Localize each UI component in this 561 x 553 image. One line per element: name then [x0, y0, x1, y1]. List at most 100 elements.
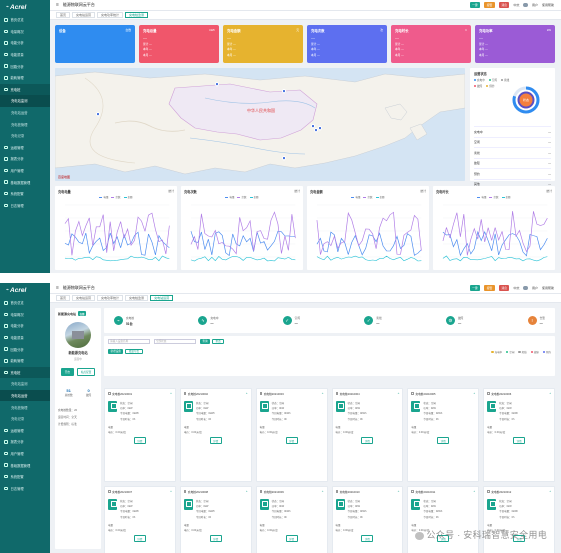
pile-card[interactable]: 充电桩20210007 + 状态：空闲 功率：0kW 今日电量：0kWh 今日时长：0h 电… [104, 486, 176, 553]
tab-item[interactable]: 首页 [56, 12, 71, 18]
sidebar-item[interactable]: 日志管理 [0, 200, 50, 212]
tab-item[interactable]: 充电桩监测 [125, 295, 149, 301]
pile-checkbox[interactable] [487, 490, 490, 493]
search-input[interactable]: 请输入设备名称 [108, 339, 150, 344]
expand-icon[interactable]: + [549, 489, 551, 493]
export-button[interactable]: 批量导出 [125, 349, 143, 354]
station-config-button[interactable]: 站点配置 [76, 367, 96, 376]
sidebar-item[interactable]: 回路分析 [0, 343, 50, 355]
sidebar-item[interactable]: 充电桩 [0, 83, 50, 96]
kpi-card[interactable]: 充电次数 次 — 累计 — 本年 — 本月 — [307, 25, 387, 63]
tab-item[interactable]: 充电站运营 [150, 295, 174, 301]
sidebar-item[interactable]: 充电桩管理 [0, 118, 50, 130]
quick-button[interactable]: 一键 [469, 2, 481, 8]
pile-card[interactable]: 充电桩20210006 + 状态：空闲 功率：0kW 今日电量：0kWh 今日时长：0h 电… [483, 388, 555, 482]
sidebar-item[interactable]: 日志管理 [0, 483, 50, 495]
tab-item[interactable]: 首页 [56, 295, 71, 301]
menu-toggle-icon[interactable]: ≡ [56, 2, 59, 8]
sidebar-item[interactable]: 充电站监测 [0, 95, 50, 107]
sidebar-item[interactable]: 充电站监测 [0, 378, 50, 390]
sidebar-item[interactable]: 系统配置 [0, 471, 50, 483]
quick-button[interactable]: 一键 [469, 285, 481, 291]
expand-icon[interactable]: + [170, 391, 172, 395]
expand-icon[interactable]: + [322, 489, 324, 493]
sidebar-item[interactable]: 电能分析 [0, 320, 50, 332]
pile-detail-button[interactable]: 详情 [285, 437, 298, 445]
sidebar-item[interactable]: 电量概况 [0, 26, 50, 38]
status-summary-item[interactable]: ⚙ 故障 — [445, 316, 463, 325]
user-menu[interactable]: 用户 [532, 3, 538, 7]
menu-toggle-icon[interactable]: ≡ [56, 285, 59, 291]
pile-detail-button[interactable]: 详情 [209, 437, 222, 445]
pile-checkbox[interactable] [335, 392, 339, 395]
sidebar-item[interactable]: 充电站运营 [0, 107, 50, 119]
pile-checkbox[interactable] [108, 392, 111, 395]
expand-icon[interactable]: + [322, 391, 324, 395]
sidebar-item[interactable]: 运维管理 [0, 425, 50, 437]
status-summary-item[interactable]: ✓ 离线 — [364, 316, 382, 325]
pile-detail-button[interactable]: 详情 [133, 437, 146, 445]
station-map[interactable]: 中华人民共和国 百度地图 [55, 68, 465, 181]
station-open-button[interactable]: 开启 [60, 367, 74, 376]
sidebar-item[interactable]: 能耗管理 [0, 355, 50, 367]
expand-icon[interactable]: + [549, 391, 551, 395]
pile-checkbox[interactable] [108, 490, 111, 493]
sidebar-item[interactable]: 基础数据管理 [0, 459, 50, 471]
sidebar-item[interactable]: 报表分析 [0, 436, 50, 448]
kpi-card[interactable]: 设备 台数 [55, 25, 135, 63]
kpi-card[interactable]: 充电时长 h — 累计 — 本年 — 本月 — [391, 25, 471, 63]
pile-checkbox[interactable] [487, 392, 490, 395]
help-link[interactable]: 使用帮助 [542, 286, 554, 290]
status-select[interactable]: 全部状态 [153, 339, 196, 344]
sidebar-item[interactable]: 电能质量 [0, 49, 50, 61]
sidebar-item[interactable]: 用户管理 [0, 448, 50, 460]
sidebar-item[interactable]: 能耗管理 [0, 72, 50, 84]
expand-icon[interactable]: + [246, 489, 248, 493]
tab-item[interactable]: 充电站运营 [72, 295, 96, 301]
language-switch[interactable]: 中文 [513, 3, 519, 7]
sidebar-item[interactable]: 充电站运营 [0, 389, 50, 402]
tab-item[interactable]: 充电站运营 [72, 12, 96, 18]
pile-card[interactable]: 充电桩20210012 + 状态：空闲 功率：0kW 今日电量：0kWh 今日时长：0h 电… [483, 486, 555, 553]
pile-card[interactable]: 充电桩20210011 + 状态：空闲 功率：0kW 今日电量：0kWh 今日时长：0h 电… [407, 486, 480, 553]
pile-card[interactable]: 充电桩20210005 + 状态：空闲 功率：0kW 今日电量：0kWh 今日时长：0h 电… [407, 388, 480, 482]
language-switch[interactable]: 中文 [513, 286, 519, 290]
pile-card[interactable]: 充电桩20210002 + 状态：空闲 功率：0kW 今日电量：0kWh 今日时长：0h 电… [179, 388, 252, 482]
sidebar-item[interactable]: 用户管理 [0, 165, 50, 177]
message-button[interactable]: 消息 [498, 285, 510, 291]
pile-checkbox[interactable] [411, 490, 414, 493]
pile-card[interactable]: 充电桩20210008 + 状态：空闲 功率：0kW 今日电量：0kWh 今日时长：0h 电… [179, 486, 252, 553]
pile-checkbox[interactable] [183, 490, 187, 493]
pile-card[interactable]: 充电桩20210003 + 状态：空闲 功率：0kW 今日电量：0kWh 今日时长：0h 电… [255, 388, 328, 482]
add-device-button[interactable]: 新增设备 [108, 349, 124, 354]
pile-detail-button[interactable]: 详情 [513, 437, 526, 445]
pile-checkbox[interactable] [259, 490, 263, 493]
tab-item[interactable]: 充电功率统计 [97, 12, 124, 18]
sidebar-item[interactable]: 首页总览 [0, 14, 50, 26]
sidebar-item[interactable]: 充电桩管理 [0, 401, 50, 413]
alarm-button[interactable]: 报警 [484, 285, 495, 291]
sidebar-item[interactable]: 运维管理 [0, 142, 50, 154]
sidebar-item[interactable]: 电能分析 [0, 37, 50, 49]
pile-checkbox[interactable] [411, 392, 414, 395]
avatar[interactable] [523, 285, 528, 291]
pile-detail-button[interactable]: 详情 [361, 437, 374, 445]
pile-card[interactable]: 充电桩20210004 + 状态：空闲 功率：0kW 今日电量：0kWh 今日时长：0h 电… [331, 388, 404, 482]
pile-detail-button[interactable]: 详情 [437, 437, 450, 445]
expand-icon[interactable]: + [398, 391, 400, 395]
pile-detail-button[interactable]: 详情 [209, 535, 222, 543]
pile-detail-button[interactable]: 详情 [361, 535, 374, 543]
expand-icon[interactable]: + [473, 391, 475, 395]
user-menu[interactable]: 用户 [532, 286, 538, 290]
pile-detail-button[interactable]: 详情 [285, 535, 298, 543]
sidebar-item[interactable]: 充电记录 [0, 130, 50, 142]
expand-icon[interactable]: + [398, 489, 400, 493]
expand-icon[interactable]: + [170, 489, 172, 493]
sidebar-item[interactable]: 回路分析 [0, 60, 50, 72]
sidebar-item[interactable]: 系统配置 [0, 188, 50, 200]
tab-item[interactable]: 充电功率统计 [97, 295, 124, 301]
query-button[interactable]: 查询 [199, 339, 211, 344]
kpi-card[interactable]: 充电功率 kW — 累计 — 本年 — 本月 — [475, 25, 555, 63]
status-summary-item[interactable]: ϟ 充电中 — [198, 316, 218, 325]
pile-card[interactable]: 充电桩20210010 + 状态：空闲 功率：0kW 今日电量：0kWh 今日时长：0h 电… [331, 486, 404, 553]
